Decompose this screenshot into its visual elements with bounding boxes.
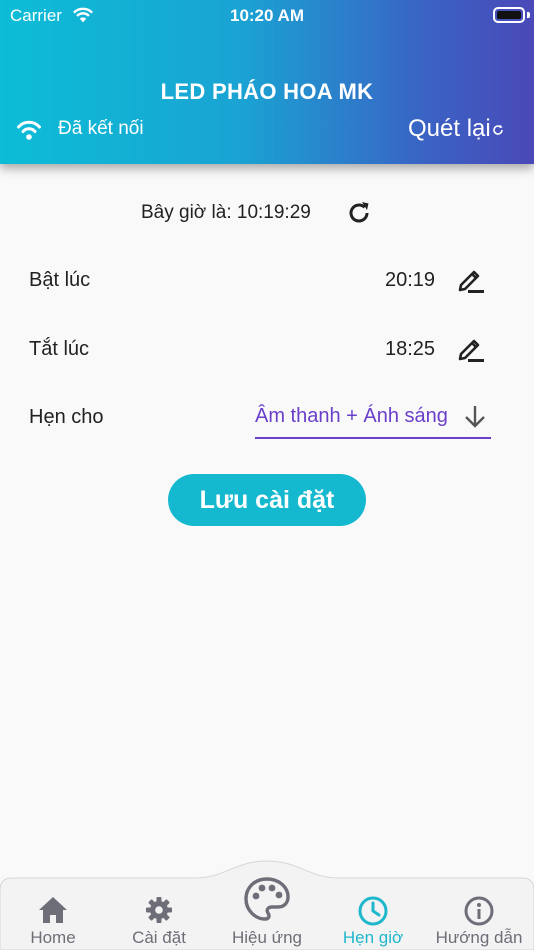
- status-time: 10:20 AM: [229, 6, 304, 25]
- off-time-label: Tắt lúc: [29, 338, 90, 360]
- schedule-for-label: Hẹn cho: [29, 406, 104, 428]
- save-settings-button[interactable]: Lưu cài đặt: [168, 474, 366, 526]
- gear-icon: [146, 897, 172, 923]
- on-time-value: 20:19: [385, 269, 436, 291]
- arrow-down-icon: [465, 406, 485, 428]
- info-icon: [464, 896, 494, 926]
- nav-label-guide: Hướng dẫn: [435, 928, 523, 947]
- nav-label-settings: Cài đặt: [132, 928, 186, 947]
- refresh-time-button[interactable]: [345, 199, 373, 227]
- app-title: LED PHÁO HOA MK: [160, 79, 374, 104]
- current-time-row: Bây giờ là: 10:19:29: [0, 196, 534, 230]
- nav-item-settings[interactable]: Cài đặt: [106, 856, 212, 950]
- edit-off-time-button[interactable]: [456, 335, 486, 365]
- on-time-label: Bật lúc: [29, 269, 91, 291]
- nav-label-home: Home: [30, 928, 76, 947]
- nav-item-timer[interactable]: Hẹn giờ: [322, 856, 424, 950]
- bottom-nav: Home Cài đặt Hiệu ứng Hẹn giờ Hướng dẫn: [0, 856, 534, 950]
- current-time-text: Bây giờ là: 10:19:29: [141, 202, 311, 223]
- home-icon: [39, 897, 67, 923]
- battery-icon: [493, 7, 525, 23]
- palette-icon: [244, 877, 290, 921]
- nav-item-home[interactable]: Home: [0, 856, 106, 950]
- save-settings-label: Lưu cài đặt: [199, 485, 335, 514]
- status-bar: Carrier 10:20 AM: [0, 0, 534, 32]
- refresh-icon: [492, 124, 503, 135]
- nav-item-guide[interactable]: Hướng dẫn: [424, 856, 534, 950]
- rescan-label: Quét lại: [408, 115, 491, 142]
- battery-tip: [527, 12, 530, 18]
- nav-item-effects[interactable]: Hiệu ứng: [212, 856, 322, 950]
- schedule-for-value: Âm thanh + Ánh sáng: [255, 405, 448, 427]
- app-header: Carrier 10:20 AM LED PHÁO HOA MK Đã kết …: [0, 0, 534, 164]
- edit-on-time-button[interactable]: [456, 266, 486, 296]
- rescan-button[interactable]: Quét lại: [408, 115, 504, 145]
- clock-icon: [358, 896, 388, 926]
- connection-status: Đã kết nối: [58, 118, 144, 139]
- off-time-value: 18:25: [385, 338, 436, 360]
- schedule-for-dropdown[interactable]: Âm thanh + Ánh sáng: [255, 401, 491, 439]
- nav-label-timer: Hẹn giờ: [342, 928, 404, 947]
- wifi-connected-icon: [17, 120, 41, 140]
- nav-label-effects: Hiệu ứng: [232, 928, 302, 947]
